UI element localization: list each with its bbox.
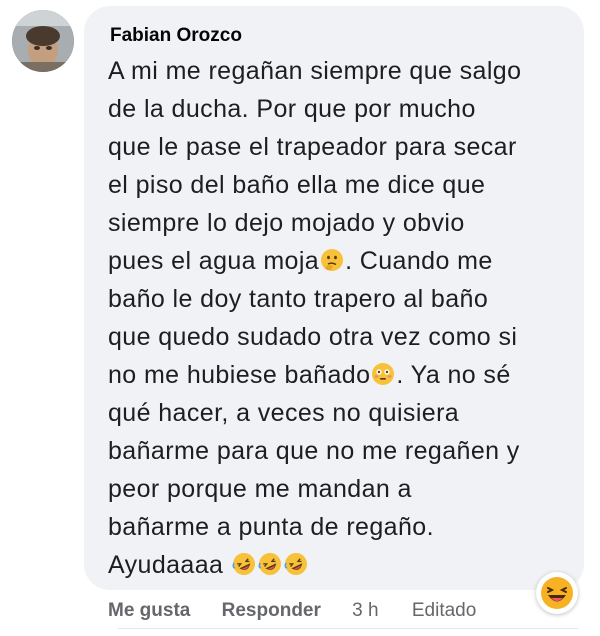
haha-reaction-icon — [541, 577, 573, 609]
comment-bubble: Fabian Orozco A mi me regañan siempre qu… — [84, 6, 584, 590]
rolling-laughing-emoji — [232, 553, 255, 575]
rolling-laughing-emoji — [258, 553, 281, 575]
comment-line: pues el agua moja . Cuando me — [108, 242, 578, 280]
comment-line: baño le doy tanto trapero al baño — [108, 285, 489, 313]
profile-photo — [12, 10, 74, 72]
reply-button[interactable]: Responder — [222, 600, 321, 622]
thinking-face-emoji — [321, 249, 344, 271]
divider — [118, 628, 578, 629]
comment-text: A mi me regañan siempre que salgo de la … — [108, 52, 578, 584]
comment-line: siempre lo dejo mojado y obvio — [108, 209, 465, 237]
flushed-face-emoji — [372, 363, 395, 385]
timestamp-link[interactable]: 3 h — [352, 600, 378, 622]
comment-line: Ayudaaaa — [108, 546, 578, 584]
comment-text-segment: no me hubiese bañado — [108, 361, 371, 389]
edited-label[interactable]: Editado — [412, 600, 476, 622]
like-button[interactable]: Me gusta — [108, 600, 190, 622]
comment-line: que le pase el trapeador para secar — [108, 133, 517, 161]
rolling-laughing-emoji — [284, 553, 307, 575]
comment-line: el piso del baño ella me dice que — [108, 171, 486, 199]
comment-line: peor porque me mandan a — [108, 475, 412, 503]
comment-text-segment: pues el agua moja — [108, 247, 320, 275]
comment-actions: Me gusta Responder 3 h Editado — [108, 600, 502, 622]
comment-line: que quedo sudado otra vez como si — [108, 323, 518, 351]
comment-line: bañarme para que no me regañen y — [108, 437, 520, 465]
comment-line: bañarme a punta de regaño. — [108, 513, 434, 541]
haha-reaction-badge[interactable] — [536, 572, 578, 614]
comment-author[interactable]: Fabian Orozco — [110, 24, 560, 48]
comment-text-segment: Ayudaaaa — [108, 551, 224, 579]
avatar[interactable] — [12, 10, 74, 72]
comment-line: A mi me regañan siempre que salgo — [108, 57, 522, 85]
comment-line: de la ducha. Por que por mucho — [108, 95, 476, 123]
comment-text-segment: . Cuando me — [345, 247, 493, 275]
comment-line: no me hubiese bañado . Ya no sé — [108, 356, 578, 394]
comment-text-segment: . Ya no sé — [396, 361, 511, 389]
comment-line: qué hacer, a veces no quisiera — [108, 399, 460, 427]
